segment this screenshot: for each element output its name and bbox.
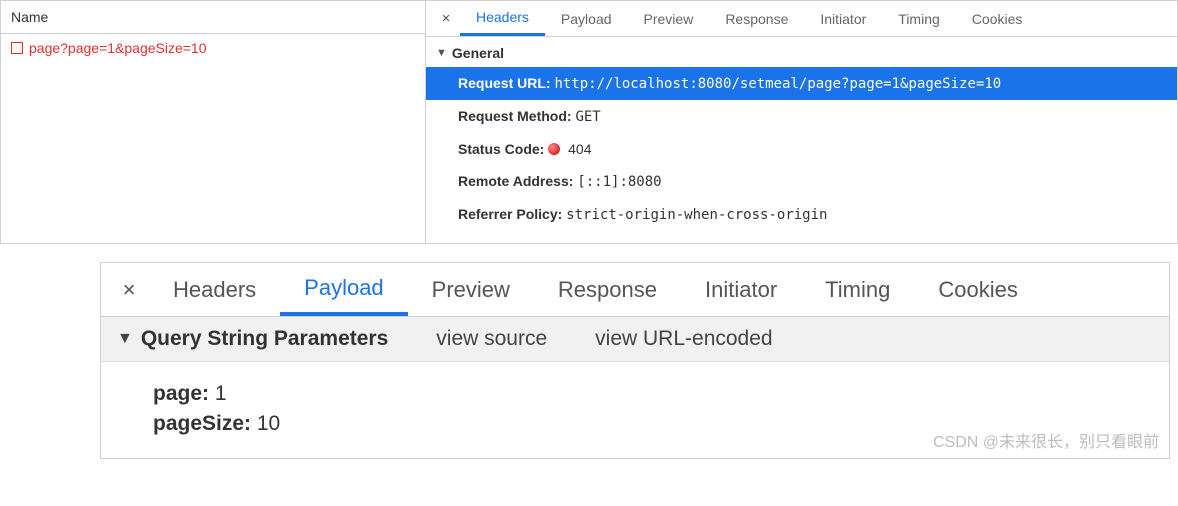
referrer-policy-row: Referrer Policy: strict-origin-when-cros… — [426, 198, 1177, 231]
request-list: Name page?page=1&pageSize=10 — [1, 1, 426, 243]
network-panel: Name page?page=1&pageSize=10 × Headers P… — [0, 0, 1178, 244]
general-section-title: General — [452, 45, 504, 61]
status-code-row: Status Code: 404 — [426, 133, 1177, 165]
detail-tabs: × Headers Payload Preview Response Initi… — [426, 1, 1177, 37]
request-row[interactable]: page?page=1&pageSize=10 — [1, 34, 425, 62]
request-method-value: GET — [575, 109, 600, 125]
error-icon — [11, 42, 23, 54]
param-row: pageSize: 10 — [153, 412, 1153, 436]
status-code-label: Status Code: — [458, 141, 544, 157]
remote-address-row: Remote Address: [::1]:8080 — [426, 165, 1177, 198]
close-icon[interactable]: × — [432, 10, 460, 27]
view-source-link[interactable]: view source — [436, 327, 547, 351]
tab-initiator[interactable]: Initiator — [804, 1, 882, 36]
query-params-toggle[interactable]: ▼ Query String Parameters — [117, 327, 388, 351]
referrer-policy-value: strict-origin-when-cross-origin — [566, 207, 827, 223]
chevron-down-icon: ▼ — [436, 47, 447, 59]
payload-panel: × Headers Payload Preview Response Initi… — [100, 262, 1170, 459]
param-key: page: — [153, 382, 209, 405]
status-code-value: 404 — [568, 141, 591, 157]
request-method-label: Request Method: — [458, 108, 572, 124]
param-value: 1 — [215, 382, 227, 405]
tab-response[interactable]: Response — [709, 1, 804, 36]
tab-headers[interactable]: Headers — [149, 263, 280, 316]
tab-payload[interactable]: Payload — [545, 1, 628, 36]
general-section-header[interactable]: ▼ General — [426, 37, 1177, 67]
query-params-header: ▼ Query String Parameters view source vi… — [101, 317, 1169, 362]
query-params-title: Query String Parameters — [141, 327, 388, 351]
query-params-list: page: 1 pageSize: 10 — [101, 362, 1169, 458]
request-detail: × Headers Payload Preview Response Initi… — [426, 1, 1177, 243]
tab-payload[interactable]: Payload — [280, 263, 408, 316]
request-method-row: Request Method: GET — [426, 100, 1177, 133]
payload-tabs: × Headers Payload Preview Response Initi… — [101, 263, 1169, 317]
status-dot-icon — [548, 143, 560, 155]
param-value: 10 — [257, 412, 280, 435]
remote-address-label: Remote Address: — [458, 173, 573, 189]
name-column-header: Name — [1, 1, 425, 34]
tab-initiator[interactable]: Initiator — [681, 263, 801, 316]
remote-address-value: [::1]:8080 — [577, 174, 661, 190]
param-key: pageSize: — [153, 412, 251, 435]
request-url-row[interactable]: Request URL: http://localhost:8080/setme… — [426, 67, 1177, 100]
param-row: page: 1 — [153, 382, 1153, 406]
tab-cookies[interactable]: Cookies — [956, 1, 1039, 36]
tab-response[interactable]: Response — [534, 263, 681, 316]
tab-timing[interactable]: Timing — [801, 263, 914, 316]
tab-headers[interactable]: Headers — [460, 1, 545, 36]
tab-preview[interactable]: Preview — [628, 1, 710, 36]
request-url-value: http://localhost:8080/setmeal/page?page=… — [554, 76, 1001, 92]
tab-cookies[interactable]: Cookies — [914, 263, 1041, 316]
tab-preview[interactable]: Preview — [408, 263, 534, 316]
request-name: page?page=1&pageSize=10 — [29, 40, 207, 56]
tab-timing[interactable]: Timing — [882, 1, 956, 36]
request-url-label: Request URL: — [458, 75, 551, 91]
chevron-down-icon: ▼ — [117, 330, 133, 348]
close-icon[interactable]: × — [109, 277, 149, 303]
referrer-policy-label: Referrer Policy: — [458, 206, 562, 222]
view-url-encoded-link[interactable]: view URL-encoded — [595, 327, 772, 351]
